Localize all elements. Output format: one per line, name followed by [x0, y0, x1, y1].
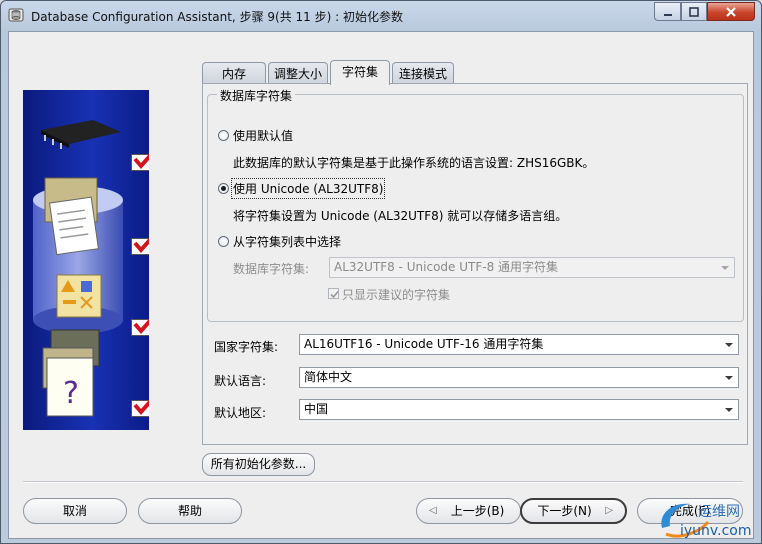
default-territory-select[interactable]: 中国 [299, 399, 739, 420]
tab-connection-mode[interactable]: 连接模式 [392, 62, 454, 84]
checkmark-icon [133, 318, 149, 335]
tab-memory[interactable]: 内存 [202, 62, 266, 84]
default-language-label: 默认语言: [214, 374, 267, 388]
watermark-text-cn: 运维网 [698, 504, 740, 520]
show-recommended-checkbox[interactable] [328, 288, 339, 299]
default-language-select-value: 简体中文 [304, 370, 353, 384]
radio-use-default-label[interactable]: 使用默认值 [233, 127, 293, 144]
wizard-artwork: ? [23, 90, 149, 430]
button-separator [23, 481, 743, 483]
checkmark-icon [330, 290, 339, 299]
chevron-down-icon [725, 343, 733, 347]
window-title: Database Configuration Assistant, 步骤 9(共… [31, 10, 403, 24]
default-territory-label: 默认地区: [214, 406, 267, 420]
checkmark-icon [133, 399, 149, 416]
radio-use-unicode[interactable] [218, 183, 229, 194]
db-charset-select[interactable]: AL32UTF8 - Unicode UTF-8 通用字符集 [329, 257, 735, 278]
back-button-label: 上一步(B) [450, 504, 505, 518]
default-charset-description: 此数据库的默认字符集是基于此操作系统的语言设置: ZHS16GBK。 [233, 156, 595, 170]
back-button[interactable]: ◁ 上一步(B) [416, 498, 521, 524]
chevron-right-icon: ▷ [605, 505, 613, 516]
default-language-select[interactable]: 简体中文 [299, 367, 739, 388]
shapes-icon [56, 274, 102, 318]
minimize-icon [663, 14, 672, 16]
chevron-down-icon [725, 376, 733, 380]
svg-text:?: ? [63, 376, 79, 411]
step-check-1 [131, 153, 149, 171]
db-charset-label: 数据库字符集: [233, 262, 310, 276]
database-config-icon [8, 8, 24, 22]
character-sets-panel: 数据库字符集 使用默认值 此数据库的默认字符集是基于此操作系统的语言设置: ZH… [202, 83, 748, 445]
help-documents-icon: ? [42, 329, 100, 417]
chevron-down-icon [725, 408, 733, 412]
radio-choose-from-list-label[interactable]: 从字符集列表中选择 [233, 233, 341, 250]
close-button[interactable] [707, 2, 755, 21]
radio-use-default[interactable] [218, 130, 229, 141]
watermark-logo: 运维网 iyunv.com [656, 498, 761, 542]
show-recommended-label: 只显示建议的字符集 [342, 288, 451, 302]
step-check-4 [131, 399, 149, 417]
radio-choose-from-list[interactable] [218, 236, 229, 247]
memory-chip-icon [41, 120, 121, 149]
national-charset-select-value: AL16UTF16 - Unicode UTF-16 通用字符集 [304, 337, 544, 351]
tab-character-sets[interactable]: 字符集 [330, 60, 390, 85]
chevron-down-icon [721, 266, 729, 270]
step-check-3 [131, 318, 149, 336]
next-button-label: 下一步(N) [537, 504, 592, 518]
radio-use-unicode-label[interactable]: 使用 Unicode (AL32UTF8) [230, 178, 386, 199]
dialog-window: Database Configuration Assistant, 步骤 9(共… [0, 0, 762, 544]
checkmark-icon [133, 153, 149, 170]
default-territory-select-value: 中国 [304, 402, 329, 416]
dialog-client-area: ? 内存 调整大小 字符集 连接模式 数据库字符集 使用默认值 此数据库的默认字… [8, 31, 754, 539]
unicode-charset-description: 将字符集设置为 Unicode (AL32UTF8) 就可以存储多语言组。 [233, 209, 568, 223]
cancel-button[interactable]: 取消 [23, 498, 127, 524]
group-title: 数据库字符集 [217, 87, 296, 104]
title-bar[interactable]: Database Configuration Assistant, 步骤 9(共… [1, 1, 761, 31]
maximize-icon [689, 7, 699, 17]
database-charset-group: 数据库字符集 使用默认值 此数据库的默认字符集是基于此操作系统的语言设置: ZH… [207, 87, 744, 322]
chevron-left-icon: ◁ [429, 505, 437, 516]
national-charset-select[interactable]: AL16UTF16 - Unicode UTF-16 通用字符集 [299, 334, 739, 355]
national-charset-label: 国家字符集: [214, 340, 279, 354]
maximize-button[interactable] [681, 2, 707, 21]
tab-sizing[interactable]: 调整大小 [268, 62, 328, 84]
step-check-2 [131, 237, 149, 255]
watermark-text-url: iyunv.com [680, 523, 752, 539]
minimize-button[interactable] [654, 2, 681, 21]
checkmark-icon [133, 237, 149, 254]
next-button[interactable]: 下一步(N) ▷ [520, 498, 627, 524]
help-button[interactable]: 帮助 [138, 498, 242, 524]
wizard-artwork-graphic: ? [33, 120, 123, 417]
db-charset-select-value: AL32UTF8 - Unicode UTF-8 通用字符集 [334, 260, 559, 274]
all-init-params-button[interactable]: 所有初始化参数... [202, 453, 315, 476]
close-icon [726, 7, 736, 17]
